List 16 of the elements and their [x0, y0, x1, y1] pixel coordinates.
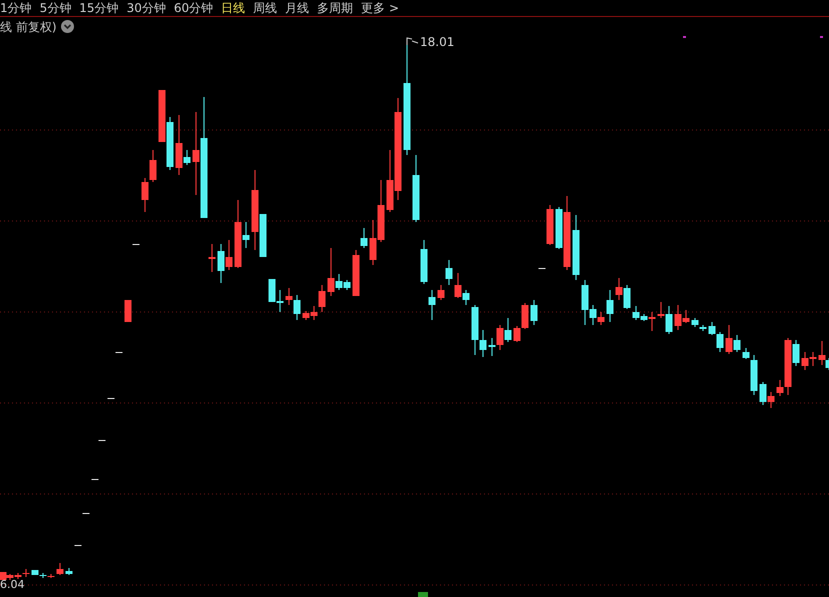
leader-line	[406, 37, 418, 46]
dropdown-icon[interactable]	[60, 20, 74, 33]
low-price-label: 6.04	[0, 579, 24, 590]
period-tab[interactable]: 1分钟	[0, 2, 32, 14]
high-price-label: 18.01	[420, 36, 454, 48]
period-tab[interactable]: 更多 >	[361, 2, 399, 14]
period-tab[interactable]: 15分钟	[79, 2, 119, 14]
period-tab[interactable]: 周线	[253, 2, 278, 14]
period-tab[interactable]: 30分钟	[126, 2, 166, 14]
period-tab[interactable]: 5分钟	[40, 2, 72, 14]
period-tab[interactable]: 日线	[221, 2, 246, 14]
signal-marker-icon	[418, 592, 428, 597]
period-tab[interactable]: 月线	[285, 2, 310, 14]
period-tab[interactable]: 多周期	[317, 2, 354, 14]
period-tab[interactable]: 60分钟	[174, 2, 214, 14]
chart-title: 线 前复权)	[0, 20, 56, 32]
